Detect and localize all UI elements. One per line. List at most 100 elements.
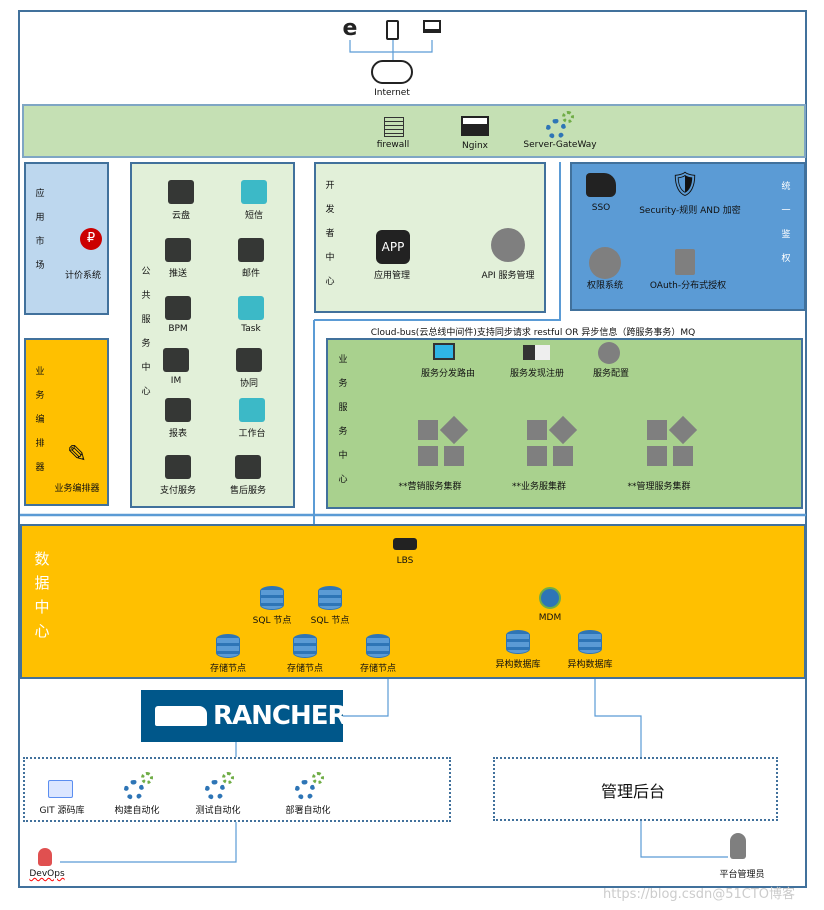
database-icon bbox=[293, 634, 317, 658]
gear-icon bbox=[295, 780, 315, 800]
public-item-label[interactable]: 短信 bbox=[245, 208, 263, 221]
watermark: https://blog.csdn@51CTO博客 bbox=[603, 887, 796, 902]
database-icon bbox=[260, 586, 284, 610]
public-item-label[interactable]: 支付服务 bbox=[160, 483, 196, 496]
pay-icon bbox=[165, 455, 191, 479]
config-icon bbox=[598, 342, 620, 364]
gear-small-icon bbox=[141, 772, 153, 784]
support-icon bbox=[235, 455, 261, 479]
cluster-label[interactable]: **业务服集群 bbox=[512, 479, 566, 492]
public-item-label[interactable]: BPM bbox=[168, 324, 187, 334]
database-label: 异构数据库 bbox=[567, 660, 613, 670]
send-icon bbox=[165, 238, 191, 262]
devops-item-label[interactable]: GIT 源码库 bbox=[40, 803, 85, 816]
admin-person-icon bbox=[730, 833, 746, 859]
firewall-icon bbox=[384, 117, 404, 137]
internet-label: Internet bbox=[374, 88, 410, 98]
app-market-title: 应用市场 bbox=[35, 189, 45, 271]
devops-item-label[interactable]: 测试自动化 bbox=[195, 803, 240, 816]
config-label: 服务配置 bbox=[592, 369, 630, 379]
folder-icon bbox=[168, 180, 194, 204]
router-icon bbox=[393, 538, 417, 550]
routing-icon bbox=[433, 343, 455, 360]
cluster-label[interactable]: **管理服务集群 bbox=[627, 479, 690, 492]
gateway-gear-icon bbox=[546, 119, 566, 139]
database-label: 异构数据库 bbox=[495, 660, 541, 670]
public-item-label[interactable]: 协同 bbox=[240, 376, 258, 389]
gateway-gear-small-icon bbox=[562, 111, 574, 123]
flow-icon bbox=[165, 296, 191, 320]
public-center-panel bbox=[130, 162, 295, 508]
devops-item-label[interactable]: 构建自动化 bbox=[114, 803, 159, 816]
shield-check-icon: 🛡 bbox=[669, 170, 701, 198]
ie-icon: e bbox=[342, 16, 358, 41]
database-label: 存储节点 bbox=[286, 664, 324, 674]
devops-label[interactable]: DevOps bbox=[29, 869, 64, 879]
cloud-bus-label: Cloud-bus(云总线中间件)支持同步请求 restful OR 异步信息（… bbox=[370, 328, 696, 338]
rancher-cow-icon bbox=[155, 706, 207, 726]
pricing-label: 计价系统 bbox=[64, 271, 102, 281]
sms-icon bbox=[241, 180, 267, 204]
cluster-icon bbox=[647, 415, 698, 470]
data-center-title: 数据中心 bbox=[34, 550, 50, 640]
app-management-label: 应用管理 bbox=[373, 271, 411, 281]
cluster-label[interactable]: **营销服务集群 bbox=[398, 479, 461, 492]
lbs-label: LBS bbox=[396, 556, 414, 566]
server-gateway-label: Server-GateWay bbox=[523, 140, 597, 150]
phone-icon bbox=[386, 20, 399, 40]
database-icon bbox=[578, 630, 602, 654]
public-center-title: 公共服务中心 bbox=[141, 267, 151, 397]
rancher-text: RANCHER bbox=[213, 701, 348, 731]
public-item-label[interactable]: 云盘 bbox=[172, 208, 190, 221]
devops-person-icon bbox=[38, 848, 52, 866]
database-icon bbox=[366, 634, 390, 658]
gateway-bar bbox=[22, 104, 806, 158]
public-item-label[interactable]: 报表 bbox=[169, 426, 187, 439]
oauth-label: OAuth-分布式授权 bbox=[649, 281, 727, 291]
orchestrator-label: 业务编排器 bbox=[54, 484, 100, 494]
firewall-label: firewall bbox=[376, 140, 410, 150]
database-label: SQL 节点 bbox=[310, 616, 350, 626]
gear-icon bbox=[124, 780, 144, 800]
mail-icon bbox=[238, 238, 264, 262]
public-item-label[interactable]: IM bbox=[171, 376, 181, 386]
public-item-label[interactable]: 邮件 bbox=[242, 266, 260, 279]
api-icon bbox=[491, 228, 525, 262]
sso-icon bbox=[586, 173, 616, 197]
gear-small-icon bbox=[222, 772, 234, 784]
cloud-icon bbox=[371, 60, 413, 84]
mdm-globe-icon bbox=[539, 587, 561, 609]
public-item-label[interactable]: 工作台 bbox=[238, 426, 265, 439]
app-icon: APP bbox=[376, 230, 410, 264]
api-management-label: API 服务管理 bbox=[481, 271, 535, 281]
database-label: 存储节点 bbox=[209, 664, 247, 674]
public-item-label[interactable]: Task bbox=[241, 324, 260, 334]
chat-icon bbox=[163, 348, 189, 372]
registry-icon bbox=[523, 345, 550, 360]
nginx-server-icon bbox=[461, 116, 489, 136]
gear-icon bbox=[205, 780, 225, 800]
sso-label: SSO bbox=[591, 203, 611, 213]
database-label: 存储节点 bbox=[359, 664, 397, 674]
devops-item-label[interactable]: 部署自动化 bbox=[285, 803, 330, 816]
cluster-icon bbox=[418, 415, 469, 470]
database-label: SQL 节点 bbox=[252, 616, 292, 626]
key-icon bbox=[589, 247, 621, 279]
auth-title: 统一鉴权 bbox=[781, 182, 791, 264]
gear-small-icon bbox=[312, 772, 324, 784]
clipboard-icon bbox=[675, 249, 695, 275]
admin-label: 平台管理员 bbox=[719, 870, 765, 880]
database-icon bbox=[506, 630, 530, 654]
orchestrator-title: 业务编排器 bbox=[35, 367, 45, 473]
desk-icon bbox=[239, 398, 265, 422]
public-item-label[interactable]: 推送 bbox=[169, 266, 187, 279]
folder-icon bbox=[48, 780, 73, 798]
admin-title: 管理后台 bbox=[600, 782, 666, 801]
database-icon bbox=[216, 634, 240, 658]
security-label: Security-规则 AND 加密 bbox=[639, 206, 741, 216]
registry-label: 服务发现注册 bbox=[509, 369, 565, 379]
task-icon bbox=[238, 296, 264, 320]
collab-icon bbox=[236, 348, 262, 372]
chart-icon bbox=[165, 398, 191, 422]
public-item-label[interactable]: 售后服务 bbox=[230, 483, 266, 496]
